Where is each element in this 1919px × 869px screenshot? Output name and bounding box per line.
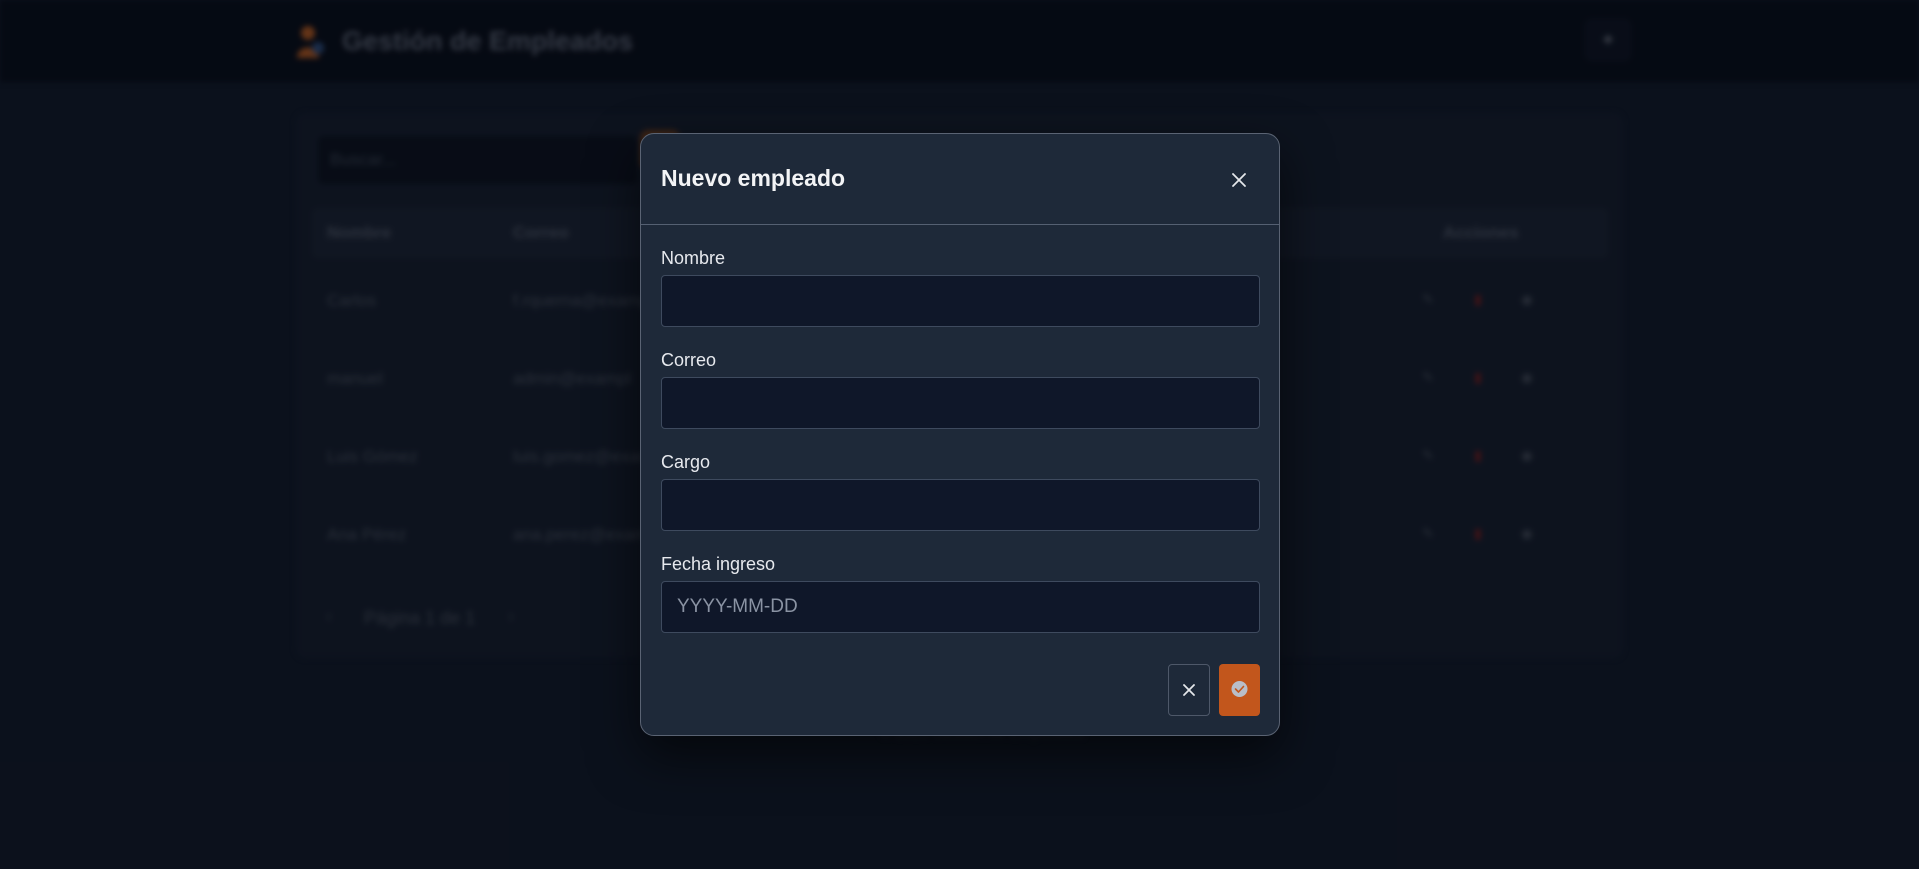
new-employee-dialog: Nuevo empleado Nombre Correo Cargo Fecha… <box>640 133 1280 736</box>
position-field[interactable] <box>661 479 1260 531</box>
position-label: Cargo <box>661 452 711 472</box>
hire-date-label: Fecha ingreso <box>661 554 776 574</box>
page: Gestión de Empleados ✦ Buscar... Nombre … <box>0 0 1919 869</box>
name-label: Nombre <box>661 248 726 268</box>
check-circle-icon <box>1231 681 1248 697</box>
name-field[interactable] <box>661 275 1260 327</box>
close-icon[interactable] <box>1224 165 1254 195</box>
dialog-divider <box>641 224 1279 225</box>
cancel-button[interactable] <box>1168 664 1210 716</box>
save-button[interactable] <box>1219 664 1260 716</box>
email-field[interactable] <box>661 377 1260 429</box>
close-icon <box>1183 684 1195 696</box>
email-label: Correo <box>661 350 717 370</box>
dialog-title: Nuevo empleado <box>661 165 846 191</box>
hire-date-field[interactable] <box>661 581 1260 633</box>
